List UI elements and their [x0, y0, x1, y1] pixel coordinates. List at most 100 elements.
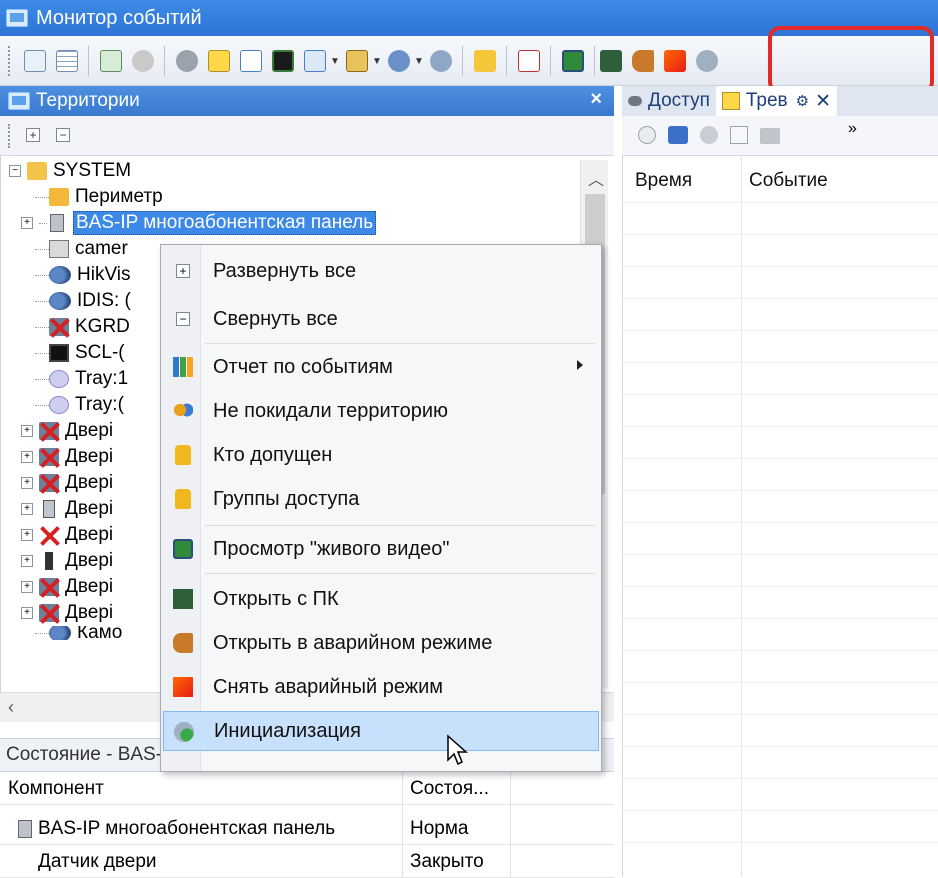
acknowledge-icon[interactable]	[700, 126, 718, 144]
tree-item[interactable]: IDIS: (	[35, 288, 131, 314]
menu-item-expand-all[interactable]: + Развернуть все	[163, 251, 599, 291]
column-header[interactable]: Компонент	[8, 778, 104, 800]
expand-icon[interactable]: +	[21, 581, 33, 593]
tree-item[interactable]: Tray:1	[35, 366, 128, 392]
live-video-icon[interactable]	[562, 50, 584, 72]
initialization-icon	[174, 722, 194, 742]
open-from-pc-icon[interactable]	[600, 50, 622, 72]
menu-item-event-report[interactable]: Отчет по событиям	[163, 347, 599, 387]
menu-item-live-video[interactable]: Просмотр "живого видео"	[163, 529, 599, 569]
column-header-time[interactable]: Время	[635, 170, 692, 192]
tree-item-selected[interactable]: + BAS-IP многоабонентская панель	[21, 210, 377, 236]
ip-camera-icon	[49, 626, 71, 640]
overflow-chevron-icon[interactable]: »	[848, 120, 857, 138]
collapse-all-icon[interactable]: −	[56, 128, 70, 142]
expand-icon[interactable]: +	[21, 607, 33, 619]
disabled-door-icon	[39, 448, 59, 466]
monitor-app-icon	[6, 9, 28, 27]
expand-icon[interactable]: +	[21, 217, 33, 229]
tree-item[interactable]: + Двері	[21, 470, 113, 496]
scroll-up-icon[interactable]: ︿	[588, 166, 604, 190]
expand-icon[interactable]: +	[21, 477, 33, 489]
key-icon[interactable]	[132, 50, 154, 72]
toolbar-separator	[550, 46, 551, 76]
events-grid: Время Событие	[622, 156, 938, 877]
tree-item[interactable]: + Двері	[21, 522, 113, 548]
menu-item-access-groups[interactable]: Группы доступа	[163, 479, 599, 519]
initialization-icon[interactable]	[696, 50, 718, 72]
column-header-event[interactable]: Событие	[749, 170, 828, 192]
toolbar-grip[interactable]	[8, 46, 11, 76]
collapse-icon[interactable]: −	[9, 165, 21, 177]
menu-item-who-is-allowed[interactable]: Кто допущен	[163, 435, 599, 475]
chevron-down-icon[interactable]: ▼	[330, 56, 340, 67]
territory-panel-header: Территории ×	[0, 86, 614, 116]
users-icon[interactable]	[430, 50, 452, 72]
table-row[interactable]: Датчик двери Закрыто	[0, 845, 614, 878]
gear-icon[interactable]: ⚙	[796, 92, 809, 110]
expand-icon[interactable]: +	[21, 425, 33, 437]
toolbar-grip[interactable]	[8, 124, 11, 148]
close-icon[interactable]: ×	[590, 88, 602, 111]
scroll-left-icon[interactable]: ‹	[8, 697, 14, 718]
tree-item[interactable]: camer	[35, 236, 128, 262]
tree-item[interactable]: Камо	[35, 626, 122, 640]
disabled-door-icon	[39, 604, 59, 622]
tree-item[interactable]: + Двері	[21, 418, 113, 444]
access-icon[interactable]	[176, 50, 198, 72]
pause-icon[interactable]	[668, 126, 688, 144]
territory-view-icon[interactable]	[24, 50, 46, 72]
print-icon[interactable]	[760, 128, 780, 144]
camera-icon	[49, 240, 69, 258]
controller-icon	[49, 344, 69, 362]
calendar-icon[interactable]	[518, 50, 540, 72]
menu-item-open-from-pc[interactable]: Открыть с ПК	[163, 579, 599, 619]
emergency-open-icon[interactable]	[632, 50, 654, 72]
close-icon[interactable]: ✕	[815, 90, 831, 113]
menu-separator	[205, 343, 595, 344]
tree-item[interactable]: SCL-(	[35, 340, 125, 366]
edit-icon[interactable]	[240, 50, 262, 72]
tab-access[interactable]: Доступ	[622, 86, 716, 116]
alarm-icon[interactable]	[208, 50, 230, 72]
tree-item[interactable]: Tray:(	[35, 392, 124, 418]
disabled-device-icon	[49, 318, 69, 336]
reset-emergency-icon[interactable]	[664, 50, 686, 72]
tree-item[interactable]: + Двері	[21, 600, 113, 626]
chevron-down-icon[interactable]: ▼	[414, 56, 424, 67]
tree-node-system[interactable]: − SYSTEM	[9, 158, 131, 184]
menu-item-emergency-open[interactable]: Открыть в аварийном режиме	[163, 623, 599, 663]
tree-item[interactable]: + Двері	[21, 548, 113, 574]
music-note-icon[interactable]	[474, 50, 496, 72]
expand-icon[interactable]: +	[21, 529, 33, 541]
expand-icon[interactable]: +	[21, 503, 33, 515]
tree-item[interactable]: KGRD	[35, 314, 130, 340]
chevron-down-icon[interactable]: ▼	[372, 56, 382, 67]
table-row[interactable]: BAS-IP многоабонентская панель Норма	[0, 812, 614, 845]
tree-item[interactable]: + Двері	[21, 444, 113, 470]
expand-icon[interactable]: +	[21, 555, 33, 567]
expand-icon[interactable]: +	[21, 451, 33, 463]
info-icon[interactable]	[638, 126, 656, 144]
map-icon[interactable]	[100, 50, 122, 72]
tab-alarms[interactable]: Трев ⚙ ✕	[715, 86, 838, 116]
tree-item[interactable]: HikVis	[35, 262, 131, 288]
ip-camera-icon	[49, 266, 71, 284]
grid-icon[interactable]	[56, 50, 78, 72]
camera-icon[interactable]	[388, 50, 410, 72]
menu-item-not-left-territory[interactable]: Не покидали территорию	[163, 391, 599, 431]
menu-item-reset-emergency[interactable]: Снять аварийный режим	[163, 667, 599, 707]
highlight-box	[768, 26, 934, 94]
tree-item[interactable]: + Двері	[21, 574, 113, 600]
tree-item[interactable]: + Двері	[21, 496, 113, 522]
menu-item-initialization[interactable]: Инициализация	[163, 711, 599, 751]
search-window-icon[interactable]	[304, 50, 326, 72]
table-header-row: Компонент Состоя...	[0, 772, 614, 805]
column-header[interactable]: Состоя...	[410, 778, 489, 800]
menu-item-collapse-all[interactable]: − Свернуть все	[163, 299, 599, 339]
terminal-icon[interactable]	[272, 50, 294, 72]
report-icon[interactable]	[346, 50, 368, 72]
expand-all-icon[interactable]: +	[26, 128, 40, 142]
check-icon[interactable]	[730, 126, 748, 144]
tree-item[interactable]: Периметр	[35, 184, 163, 210]
